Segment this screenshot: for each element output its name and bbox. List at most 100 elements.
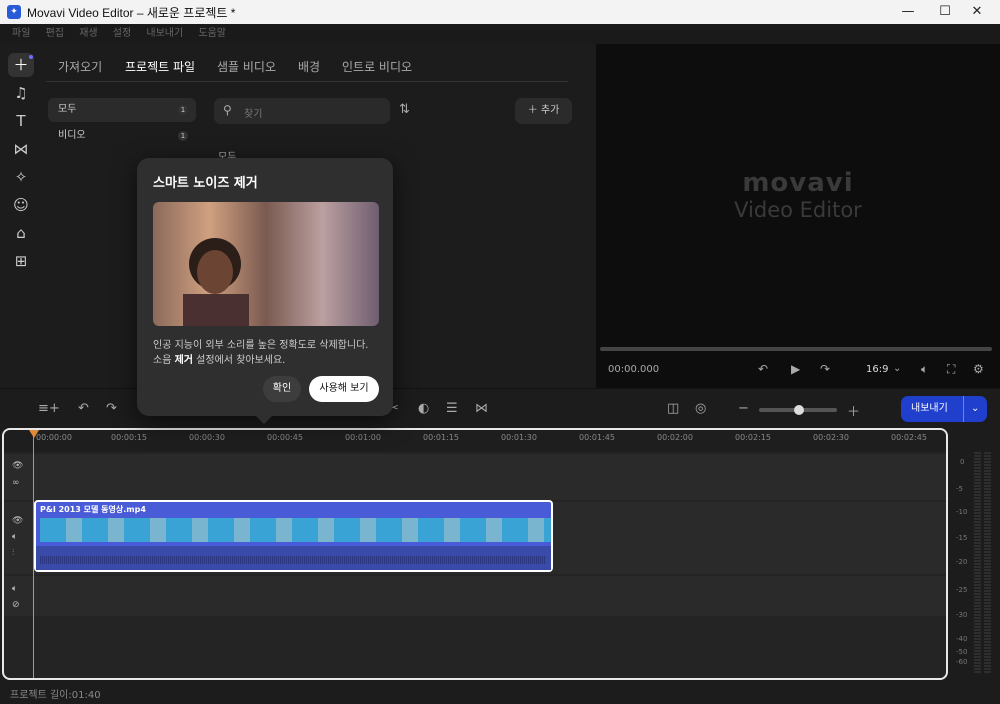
category-count: 1 [178,105,188,115]
aspect-ratio-select[interactable]: 16:9 [866,364,888,375]
sort-icon[interactable]: ⇅ [399,102,410,117]
waveform-graphic [40,556,546,564]
audio-track[interactable]: 🔈︎ ⊘ [4,576,946,616]
meter-bar-right [984,452,991,674]
timeline-panel: 00:00:00 00:00:15 00:00:30 00:00:45 00:0… [2,428,948,680]
volume-icon[interactable]: 🔈︎ [921,362,928,377]
transitions-icon[interactable]: ⋈ [8,137,34,161]
effects-icon[interactable]: ✧ [8,165,34,189]
titles-icon[interactable]: T [8,109,34,133]
audio-level-meter: 0 -5 -10 -15 -20 -25 -30 -40 -50 -60 [952,448,996,682]
add-button[interactable]: ＋ 추가 [515,98,572,124]
playhead-handle[interactable] [29,430,39,438]
menu-file[interactable]: 파일 [12,24,30,44]
project-length-status: 프로젝트 길이:01:40 [10,690,101,701]
export-divider [963,396,964,422]
search-input[interactable]: ⚲ 찾기 [214,98,390,124]
chevron-down-icon[interactable]: ⌄ [971,396,979,422]
tab-project-files[interactable]: 프로젝트 파일 [125,58,195,75]
menu-edit[interactable]: 편집 [46,24,64,44]
ruler-tick: 00:02:00 [657,433,693,442]
category-label: 비디오 [58,130,86,141]
add-label: 추가 [540,105,560,116]
clip-name: P&I 2013 모델 동영상.mp4 [40,505,146,514]
link-icon[interactable]: ∞ [12,478,20,488]
undo-icon[interactable]: ↶ [78,401,89,416]
popup-text-end: 설정에서 찾아보세요. [193,355,286,366]
category-video[interactable]: 비디오 1 [48,124,196,148]
category-label: 모두 [58,104,77,115]
category-all[interactable]: 모두 1 [48,98,196,122]
stickers-icon[interactable]: ☺ [8,193,34,217]
speed-icon[interactable]: ◐ [418,401,429,416]
ruler-tick: 00:00:45 [267,433,303,442]
meter-label: -25 [956,586,968,594]
close-button[interactable]: ✕ [954,0,1000,24]
menu-export[interactable]: 내보내기 [146,24,183,44]
audio-eq-icon[interactable]: ⫶ [12,548,14,558]
add-files-icon[interactable]: ＋ [8,53,34,77]
clip-audio-waveform[interactable] [36,546,551,570]
meter-label: -60 [956,658,968,666]
search-placeholder: 찾기 [244,109,263,120]
zoom-out-icon[interactable]: − [738,401,749,416]
app-logo-icon: ✦ [7,5,21,19]
meter-bar-left [974,452,981,674]
music-icon[interactable]: ♫ [8,81,34,105]
zoom-in-icon[interactable]: ＋ [847,401,860,420]
menu-help[interactable]: 도움말 [198,24,226,44]
zoom-slider-handle[interactable] [794,405,804,415]
redo-icon[interactable]: ↷ [820,362,830,376]
export-button[interactable]: 내보내기 ⌄ [901,396,987,422]
gear-icon[interactable]: ⚙ [973,362,984,376]
popup-preview-image [153,202,379,326]
movavi-watermark: movavi Video Editor [596,168,1000,222]
play-icon[interactable]: ▶ [791,362,800,376]
ruler-tick: 00:01:30 [501,433,537,442]
transition-icon[interactable]: ⋈ [475,401,488,416]
playhead[interactable] [29,430,39,678]
menu-settings[interactable]: 설정 [113,24,131,44]
meter-label: -10 [956,508,968,516]
ruler-tick: 00:02:45 [891,433,927,442]
tab-import[interactable]: 가져오기 [58,58,102,75]
popup-title: 스마트 노이즈 제거 [153,176,258,191]
ruler-tick: 00:01:00 [345,433,381,442]
noise-removal-icon[interactable]: ◎ [695,401,706,416]
more-tools-icon[interactable]: ⊞ [8,249,34,273]
volume-icon[interactable]: 🔈︎ [12,532,17,542]
add-track-icon[interactable]: ≡+ [38,401,60,416]
chevron-down-icon[interactable]: ⌄ [893,363,901,374]
volume-icon[interactable]: 🔈︎ [12,584,17,594]
preview-timecode: 00:00.000 [608,364,660,375]
popup-description: 인공 지능이 외부 소리를 높은 정확도로 삭제합니다. 소음 제거 설정에서 … [153,338,379,368]
video-clip[interactable]: P&I 2013 모델 동영상.mp4 [34,500,553,572]
ruler-tick: 00:00:15 [111,433,147,442]
fullscreen-icon[interactable]: ⛶ [947,362,955,377]
unlink-icon[interactable]: ⊘ [12,600,20,610]
tab-intro-videos[interactable]: 인트로 비디오 [342,58,412,75]
redo-icon[interactable]: ↷ [106,401,117,416]
tab-sample-videos[interactable]: 샘플 비디오 [217,58,276,75]
title-bar: ✦ Movavi Video Editor – 새로운 프로젝트 * — ☐ ✕ [0,0,1000,24]
try-it-button[interactable]: 사용해 보기 [309,376,379,402]
eye-icon[interactable]: 👁︎ [12,516,23,526]
watermark-logo: movavi [742,168,854,198]
undo-icon[interactable]: ↶ [758,362,768,376]
ruler-tick: 00:00:30 [189,433,225,442]
eye-icon[interactable]: 👁︎ [12,461,23,471]
preview-progress-bar[interactable] [600,347,992,351]
audio-detach-icon[interactable]: ◫ [667,401,679,416]
confirm-button[interactable]: 확인 [263,376,301,402]
category-count: 1 [178,131,188,141]
woman-portrait-image [183,238,249,326]
ruler-tick: 00:01:15 [423,433,459,442]
store-icon[interactable]: ⌂ [8,221,34,245]
overlay-track[interactable]: 👁︎ ∞ [4,454,946,500]
timeline-ruler[interactable]: 00:00:00 00:00:15 00:00:30 00:00:45 00:0… [4,430,946,452]
tab-backgrounds[interactable]: 배경 [298,58,320,75]
preview-controls: 00:00.000 ↶ ▶ ↷ 16:9 ⌄ 🔈︎ ⛶ ⚙ [596,356,1000,386]
adjust-icon[interactable]: ☰ [446,401,458,416]
zoom-slider[interactable] [759,405,837,415]
menu-playback[interactable]: 재생 [79,24,97,44]
